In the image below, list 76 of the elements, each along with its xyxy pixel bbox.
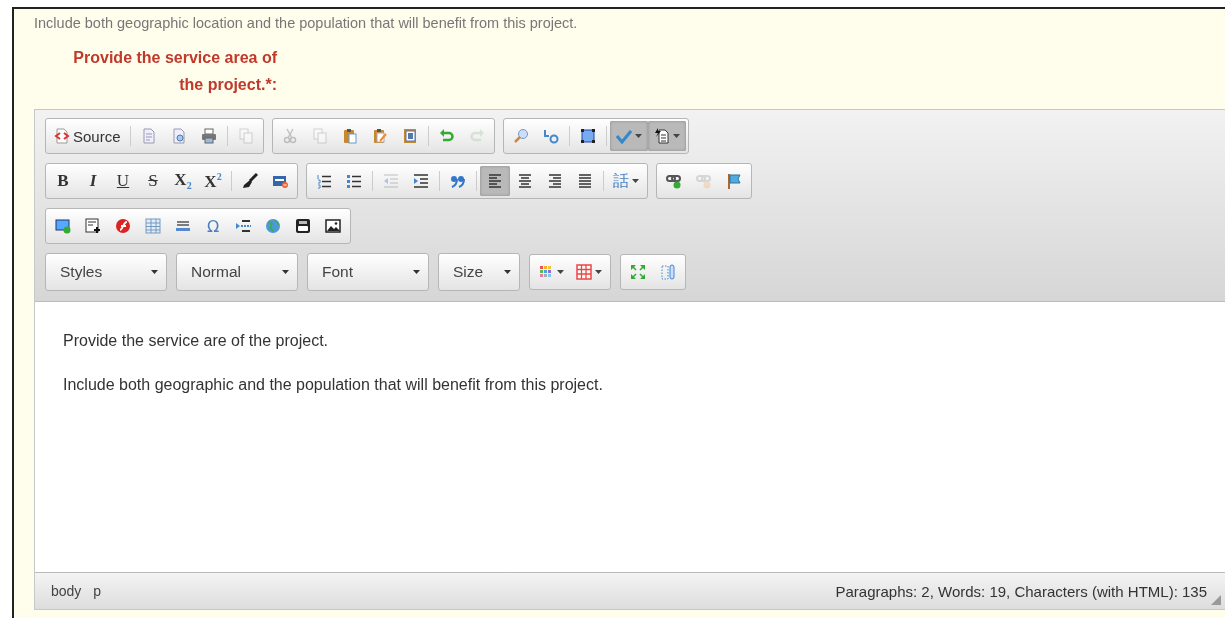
symbol-button[interactable]: Ω [198, 211, 228, 241]
globe-icon [265, 218, 281, 234]
color-grid-icon [538, 264, 554, 280]
caret-icon [282, 270, 289, 274]
word-document-icon [401, 128, 418, 144]
paragraph: Provide the service are of the project. [63, 332, 330, 350]
form-icon [85, 218, 101, 234]
horizontal-line-icon [175, 218, 191, 234]
align-left-icon [487, 173, 503, 189]
caret-icon [151, 270, 158, 274]
caret-icon [634, 134, 642, 138]
documents-icon [237, 128, 254, 144]
show-blocks-icon [660, 264, 676, 280]
italic-button[interactable]: I [78, 166, 108, 196]
element-path-link[interactable]: body [51, 583, 82, 599]
numbered-list-icon [316, 173, 332, 189]
dropdown-select[interactable]: Font [307, 253, 429, 291]
grid-icon [576, 264, 592, 280]
copy-icon [311, 128, 328, 144]
clipboard-pencil-icon [371, 128, 388, 144]
document-icon [140, 128, 157, 144]
maximize-icon [630, 264, 646, 280]
caret-icon [632, 179, 639, 183]
clipboard-icon [341, 128, 358, 144]
source-button[interactable]: Source [48, 121, 127, 151]
dropdown-select[interactable]: Normal [176, 253, 298, 291]
word-count: Paragraphs: 2, Words: 19, Characters (with HTML): 135 [835, 582, 1207, 600]
editor-content[interactable]: Provide the service are of the project. Include both geographic and the population that will benefit from this project. [35, 302, 1225, 572]
outdent-icon [383, 173, 399, 189]
redo-icon [468, 128, 485, 144]
toolbar-button[interactable] [647, 121, 686, 151]
caret-icon [504, 270, 511, 274]
document-bolt-icon [653, 128, 670, 144]
link-icon [666, 173, 682, 189]
video-icon [295, 218, 311, 234]
field-hint: Include both geographic location and the population that will benefit from this project. [34, 15, 579, 31]
undo-icon [438, 128, 455, 144]
flag-icon [726, 173, 742, 189]
replace-icon [542, 128, 559, 144]
brush-icon [242, 173, 258, 189]
resize-handle-icon[interactable] [1211, 595, 1221, 605]
bulleted-list-icon [346, 173, 362, 189]
superscript-button[interactable]: X$^{2}$ [198, 166, 228, 196]
caret-icon [595, 270, 602, 274]
unlink-icon [696, 173, 712, 189]
underline-button[interactable]: U [108, 166, 138, 196]
symbol-button[interactable]: 話 [607, 166, 645, 196]
bold-button[interactable]: B [48, 166, 78, 196]
scissors-icon [281, 128, 298, 144]
image-add-icon [55, 218, 71, 234]
flash-icon [115, 218, 131, 234]
dropdown-select[interactable]: Styles [45, 253, 167, 291]
table-icon [145, 218, 161, 234]
source-code-icon [54, 128, 70, 144]
search-icon [512, 128, 529, 144]
quote-icon [450, 173, 466, 189]
caret-icon [672, 134, 680, 138]
select-all-icon [579, 128, 596, 144]
html-icon [272, 173, 288, 189]
strikethrough-button[interactable]: S [138, 166, 168, 196]
image-icon [325, 218, 341, 234]
checkmark-icon [615, 128, 632, 144]
caret-icon [557, 270, 564, 274]
align-justify-icon [577, 173, 593, 189]
indent-icon [413, 173, 429, 189]
align-center-icon [517, 173, 533, 189]
field-label: Provide the service area of the project.*: [72, 48, 277, 95]
page-break-icon [235, 218, 251, 234]
paragraph: Include both geographic and the population that will benefit from this project. [63, 376, 604, 394]
document-magnifier-icon [170, 128, 187, 144]
dropdown-select[interactable]: Size [438, 253, 520, 291]
subscript-button[interactable]: X$_{2}$ [168, 166, 198, 196]
element-path-link[interactable]: p [93, 583, 102, 599]
align-right-icon [547, 173, 563, 189]
caret-icon [413, 270, 420, 274]
printer-icon [200, 128, 217, 144]
